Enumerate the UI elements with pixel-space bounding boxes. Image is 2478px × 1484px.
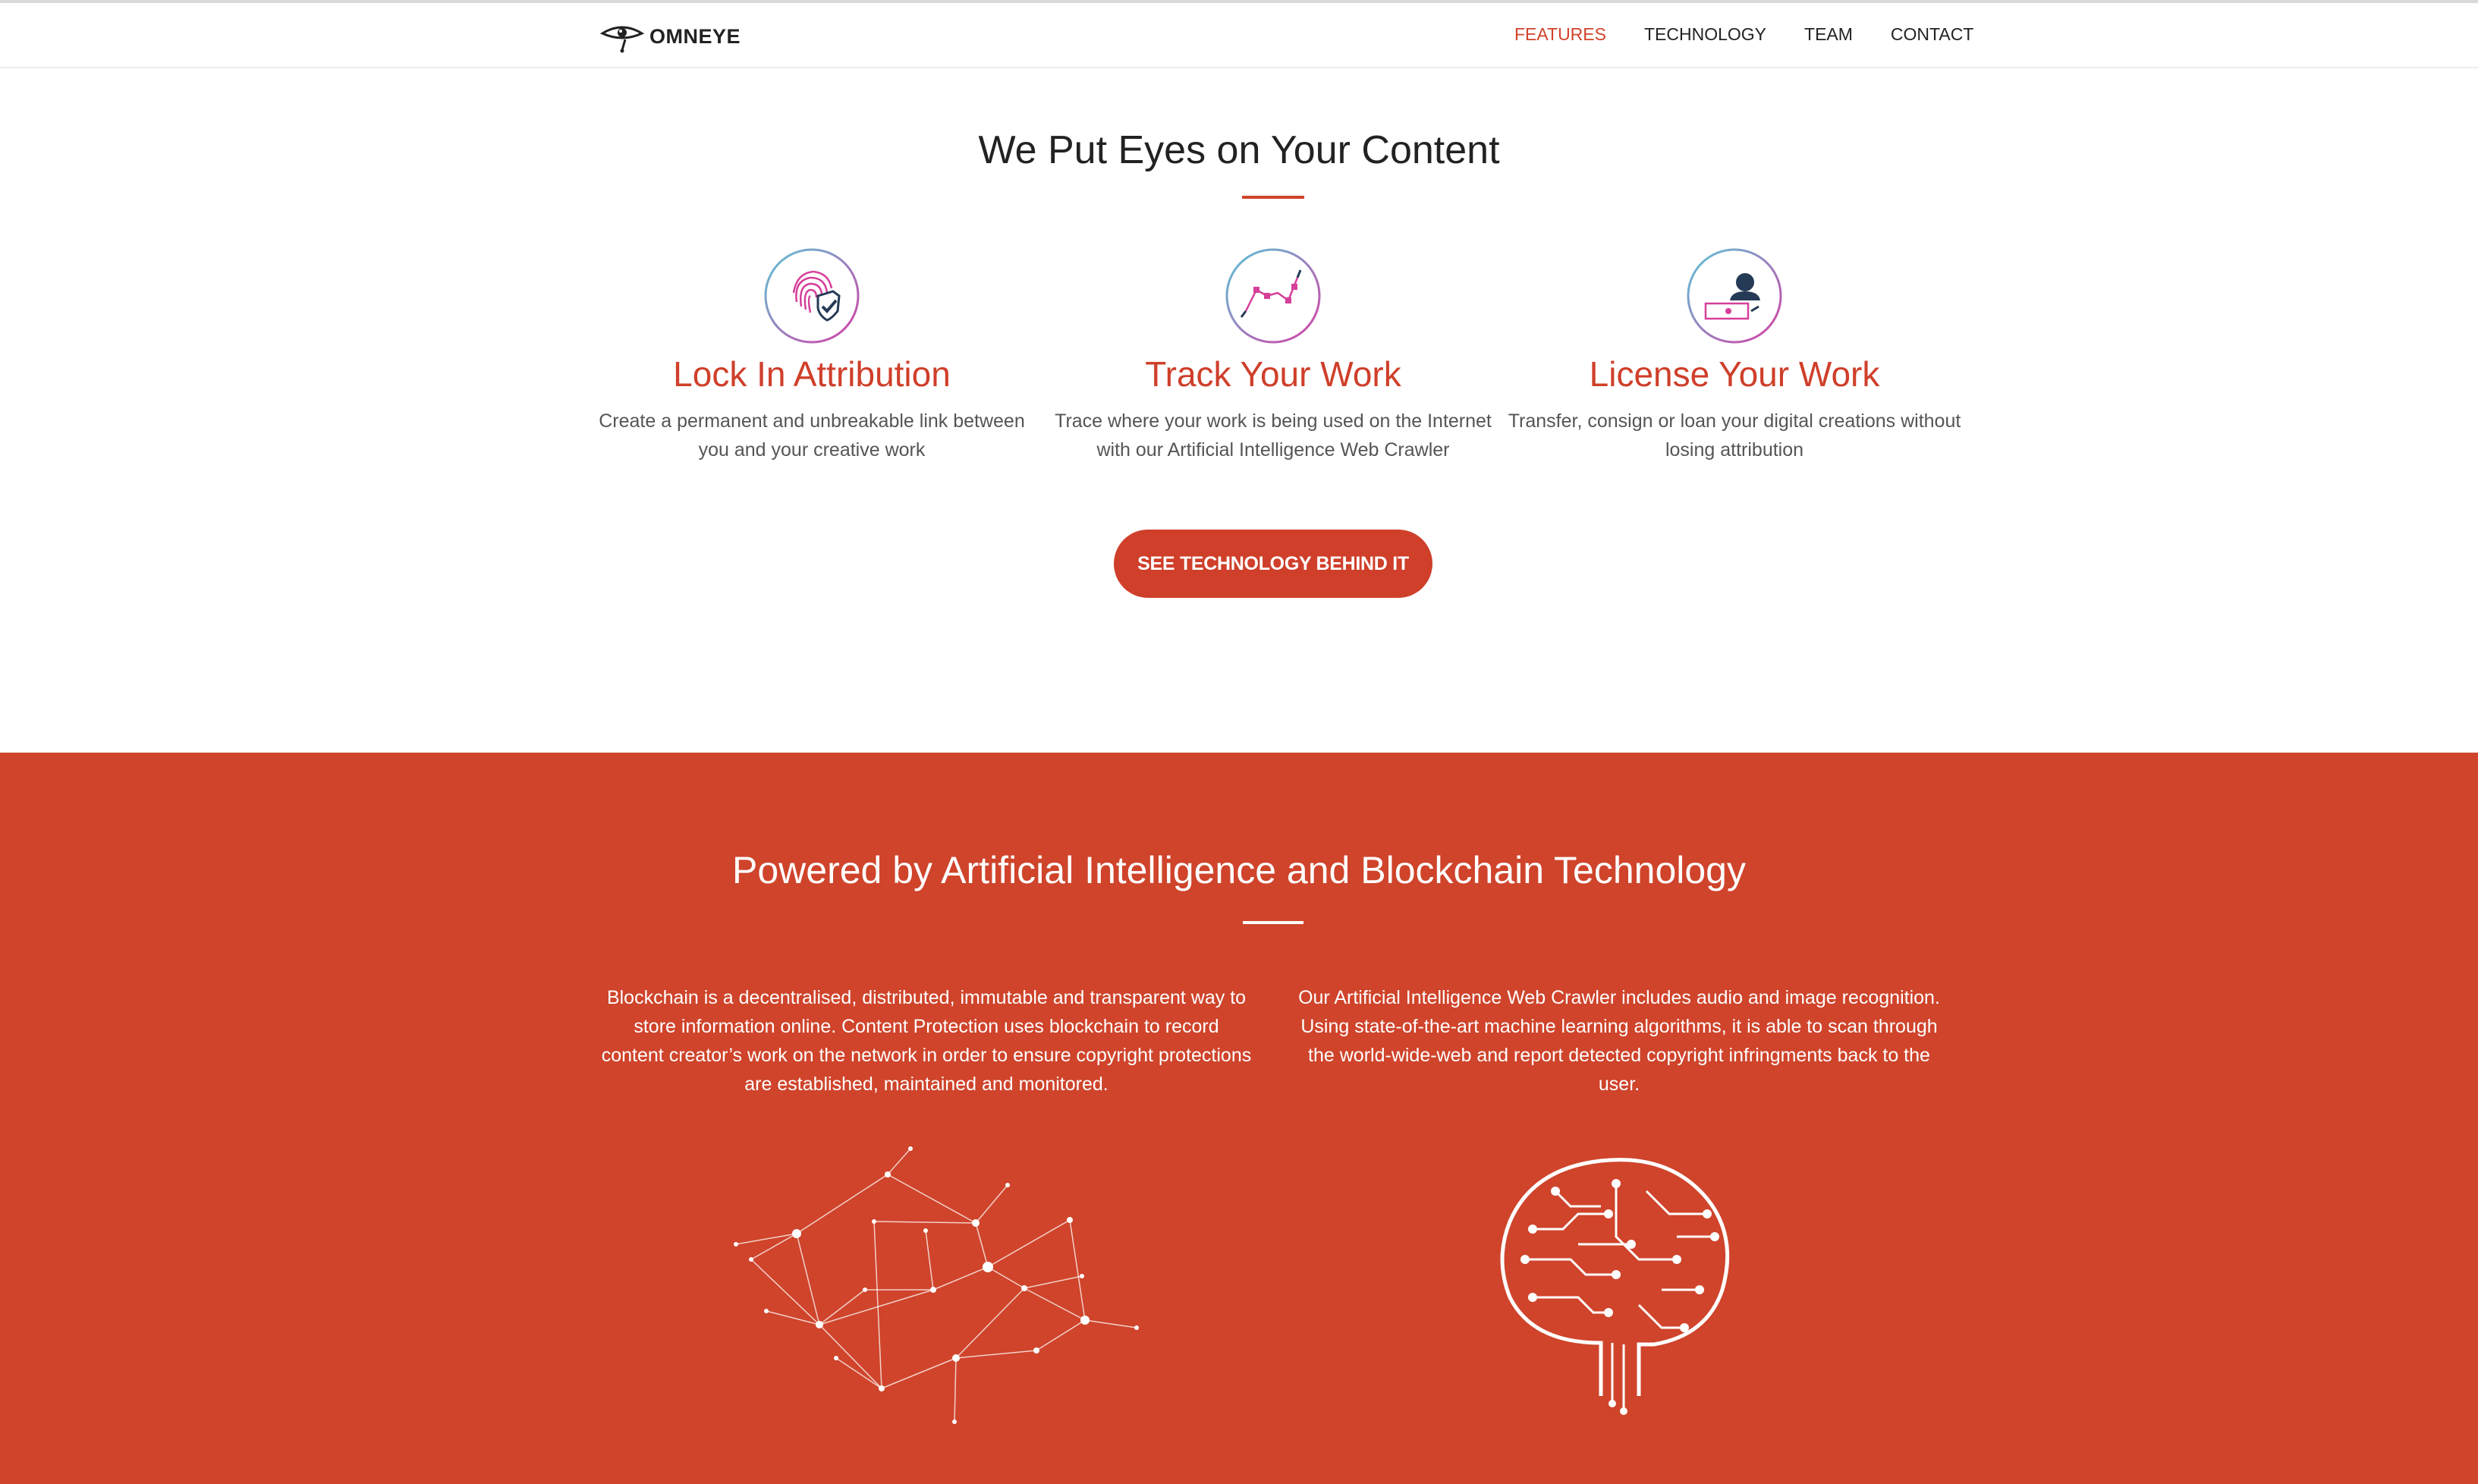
- circuit-brain-icon: [1500, 1158, 1730, 1415]
- nav-technology[interactable]: TECHNOLOGY: [1644, 24, 1766, 45]
- network-graph-icon: [734, 1146, 1139, 1424]
- nav-team[interactable]: TEAM: [1804, 24, 1853, 45]
- see-technology-button[interactable]: SEE TECHNOLOGY BEHIND IT: [1114, 530, 1432, 598]
- hero-title: We Put Eyes on Your Content: [978, 128, 1500, 172]
- feature-description: Transfer, consign or loan your digital c…: [1508, 410, 1961, 461]
- ai-description: Our Artificial Intelligence Web Crawler …: [1298, 987, 1940, 1095]
- nav-contact[interactable]: CONTACT: [1891, 24, 1973, 45]
- person-license-icon: [1686, 247, 1783, 344]
- feature-track-work: Track Your Work Trace where your work is…: [1046, 247, 1501, 464]
- feature-title: License Your Work: [1589, 354, 1880, 394]
- feature-description: Trace where your work is being used on t…: [1055, 410, 1492, 461]
- technology-divider: [1243, 921, 1303, 924]
- feature-title: Lock In Attribution: [673, 354, 951, 394]
- brand-name: OMNEYE: [649, 24, 741, 48]
- feature-lock-attribution: Lock In Attribution Create a permanent a…: [584, 247, 1039, 464]
- eye-logo-icon: [599, 26, 645, 53]
- navbar: OMNEYE FEATURES TECHNOLOGY TEAM CONTACT: [0, 3, 2478, 68]
- main-nav: FEATURES TECHNOLOGY TEAM CONTACT: [1514, 24, 1973, 45]
- fingerprint-shield-icon: [763, 247, 860, 344]
- nav-features[interactable]: FEATURES: [1514, 24, 1606, 45]
- brand-logo[interactable]: OMNEYE: [599, 20, 741, 53]
- feature-description: Create a permanent and unbreakable link …: [599, 410, 1025, 461]
- feature-title: Track Your Work: [1145, 354, 1401, 394]
- feature-license-work: License Your Work Transfer, consign or l…: [1507, 247, 1962, 464]
- title-divider: [1242, 196, 1304, 199]
- technology-title: Powered by Artificial Intelligence and B…: [732, 849, 1746, 891]
- trend-line-icon: [1225, 247, 1322, 344]
- blockchain-description: Blockchain is a decentralised, distribut…: [601, 987, 1252, 1095]
